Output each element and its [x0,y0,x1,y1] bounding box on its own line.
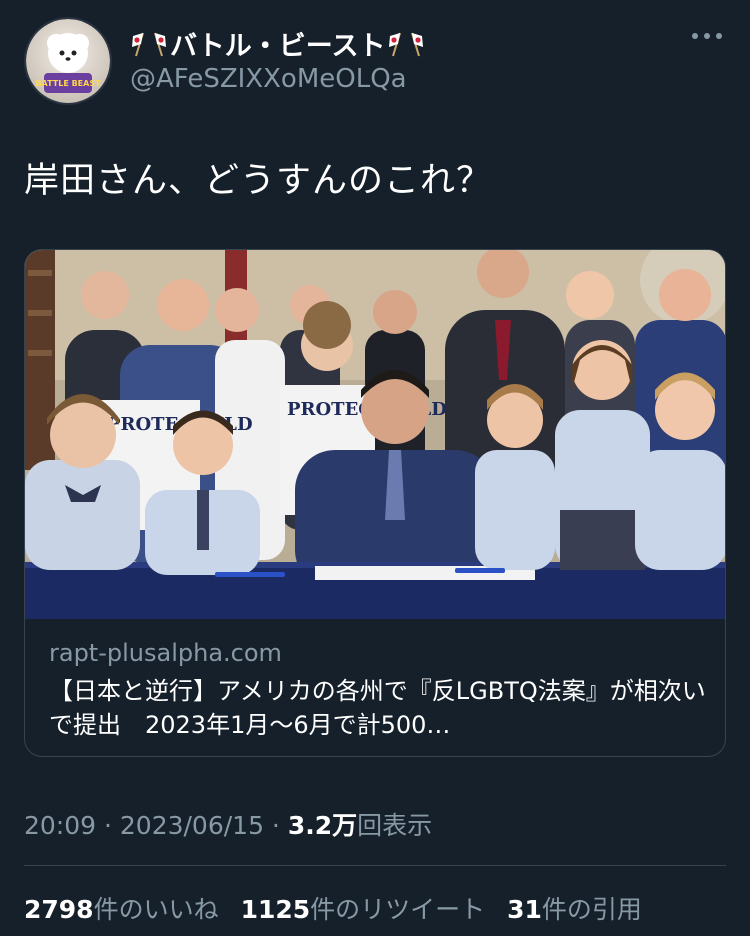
tweet-date[interactable]: 2023/06/15 [120,811,264,840]
quotes-label: 件の引用 [541,895,642,924]
views-label: 回表示 [357,811,433,840]
retweets-label: 件のリツイート [310,895,486,924]
link-card[interactable]: PROTE CHILD PROTEC CHILD [24,249,726,757]
tweet-time[interactable]: 20:09 [24,811,96,840]
display-name-text: バトル・ビースト [170,31,386,62]
likes-stat[interactable]: 2798件のいいね [24,890,219,926]
japan-flag-icon [389,32,424,56]
divider [24,865,726,866]
likes-count: 2798 [24,895,94,924]
tweet-text: 岸田さん、どうすんのこれ？ [24,161,493,201]
retweets-count: 1125 [240,895,311,924]
more-dot [692,33,698,39]
card-domain: rapt-plusalpha.com [49,639,282,667]
meta-separator: · [263,811,288,840]
retweets-stat[interactable]: 1125件のリツイート [241,890,486,926]
author-handle[interactable]: @AFeSZIXXoMeOLQa [130,64,407,94]
more-dot [716,33,722,39]
more-icon[interactable] [692,26,722,46]
views-count: 3.2万 [287,811,358,840]
more-dot [704,33,710,39]
tweet-meta: 20:09 · 2023/06/15 · 3.2万回表示 [24,806,432,842]
quotes-stat[interactable]: 31件の引用 [507,890,642,926]
author-display-name[interactable]: バトル・ビースト [130,24,425,63]
avatar-logo-text: BATTLE BEAST [35,79,101,88]
card-title: 【日本と逆行】アメリカの各州で『反LGBTQ法案』が相次いで提出 2023年1月… [49,677,706,739]
avatar-image: BATTLE BEAST [26,19,110,103]
likes-label: 件のいいね [93,895,219,924]
tweet-stats: 2798件のいいね 1125件のリツイート 31件の引用 [24,890,656,926]
avatar[interactable]: BATTLE BEAST [24,17,112,105]
japan-flag-icon [132,32,166,56]
card-photo: PROTE CHILD PROTEC CHILD [25,250,725,619]
meta-separator: · [96,811,120,840]
quotes-count: 31 [507,895,542,924]
